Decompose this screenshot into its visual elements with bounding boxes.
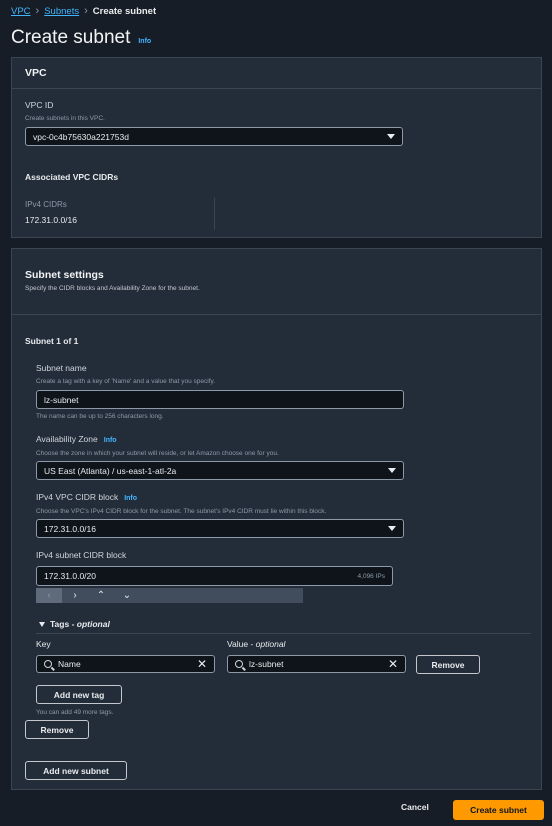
breadcrumb-current: Create subnet: [92, 5, 157, 17]
tag-key-input[interactable]: Name ✕: [36, 655, 215, 673]
subnet-name-value: lz-subnet: [44, 394, 79, 405]
tag-key-value: Name: [58, 659, 81, 669]
chevron-up-icon[interactable]: ⌃: [88, 588, 114, 603]
breadcrumb-separator-icon: ›: [84, 5, 88, 17]
ipv4-cidrs-label: IPv4 CIDRs: [25, 200, 67, 209]
info-link[interactable]: Info: [138, 38, 151, 45]
tags-toggle-label: Tags - optional: [50, 619, 110, 629]
chevron-down-icon[interactable]: ⌄: [114, 588, 140, 603]
subnet-settings-header: Subnet settings Specify the CIDR blocks …: [12, 249, 541, 315]
breadcrumb-vpc-link[interactable]: VPC: [11, 6, 31, 17]
subnet-name-description: Create a tag with a key of 'Name' and a …: [36, 378, 216, 385]
az-select[interactable]: US East (Atlanta) / us-east-1-atl-2a: [36, 461, 404, 480]
tags-divider: [36, 633, 531, 634]
tags-toggle[interactable]: Tags - optional: [39, 619, 110, 629]
search-icon: [235, 660, 243, 668]
remove-subnet-button[interactable]: Remove: [25, 720, 89, 739]
subnet-cidr-input[interactable]: 172.31.0.0/20 4,096 IPs: [36, 566, 393, 586]
subnet-cidr-ip-count: 4,096 IPs: [357, 572, 385, 580]
tag-value-value: lz-subnet: [249, 659, 284, 669]
tag-limit-hint: You can add 49 more tags.: [36, 709, 114, 716]
vpc-panel: VPC VPC ID Create subnets in this VPC. v…: [11, 57, 542, 238]
vpc-cidr-value: 172.31.0.0/16: [44, 523, 96, 534]
subnet-name-label: Subnet name: [36, 363, 87, 373]
breadcrumb-subnets-link[interactable]: Subnets: [44, 6, 79, 17]
vpc-cidr-description: Choose the VPC's IPv4 CIDR block for the…: [36, 508, 327, 515]
vpc-cidr-select[interactable]: 172.31.0.0/16: [36, 519, 404, 538]
caret-down-icon: [388, 468, 396, 473]
az-info-link[interactable]: Info: [104, 437, 117, 444]
close-icon[interactable]: ✕: [197, 658, 207, 670]
caret-down-icon: [387, 134, 395, 139]
vpc-id-description: Create subnets in this VPC.: [25, 115, 105, 122]
close-icon[interactable]: ✕: [388, 658, 398, 670]
subnet-settings-panel: Subnet settings Specify the CIDR blocks …: [11, 248, 542, 790]
caret-down-icon: [39, 621, 45, 627]
az-label-row: Availability Zone Info: [36, 434, 117, 444]
vpc-cidr-info-link[interactable]: Info: [124, 495, 137, 502]
page-title-row: Create subnet Info: [11, 27, 151, 49]
subnet-settings-description: Specify the CIDR blocks and Availability…: [25, 285, 200, 292]
tag-value-input[interactable]: lz-subnet ✕: [227, 655, 406, 673]
subnet-cidr-value: 172.31.0.0/20: [44, 571, 96, 581]
vpc-cidr-label: IPv4 VPC CIDR block: [36, 492, 119, 502]
breadcrumb: VPC › Subnets › Create subnet: [11, 5, 156, 17]
tag-key-header: Key: [36, 639, 51, 649]
chevron-left-icon[interactable]: ‹: [36, 588, 62, 603]
vpc-id-select[interactable]: vpc-0c4b75630a221753d: [25, 127, 403, 146]
breadcrumb-separator-icon: ›: [35, 5, 40, 17]
ipv4-cidrs-value: 172.31.0.0/16: [25, 215, 77, 225]
vpc-id-label: VPC ID: [25, 100, 54, 110]
subnet-name-input[interactable]: lz-subnet: [36, 390, 404, 409]
subnet-settings-heading: Subnet settings: [25, 269, 104, 281]
az-value: US East (Atlanta) / us-east-1-atl-2a: [44, 465, 177, 476]
cancel-button[interactable]: Cancel: [401, 802, 429, 812]
cidr-stepper-bar: ‹ › ⌃ ⌄: [36, 588, 303, 603]
vpc-panel-heading: VPC: [25, 67, 47, 79]
az-description: Choose the zone in which your subnet wil…: [36, 450, 279, 457]
add-new-subnet-button[interactable]: Add new subnet: [25, 761, 127, 780]
remove-tag-button[interactable]: Remove: [416, 655, 480, 674]
vpc-panel-header: VPC: [12, 58, 541, 89]
subnet-name-hint: The name can be up to 256 characters lon…: [36, 413, 164, 420]
az-label: Availability Zone: [36, 434, 98, 444]
associated-cidrs-heading: Associated VPC CIDRs: [25, 172, 119, 182]
vpc-id-value: vpc-0c4b75630a221753d: [33, 131, 129, 142]
subnet-1-header: Subnet 1 of 1: [25, 336, 79, 346]
chevron-right-icon[interactable]: ›: [62, 588, 88, 603]
search-icon: [44, 660, 52, 668]
add-new-tag-button[interactable]: Add new tag: [36, 685, 122, 704]
tag-value-header: Value - optional: [227, 639, 286, 649]
create-subnet-button[interactable]: Create subnet: [453, 800, 544, 820]
subnet-cidr-label: IPv4 subnet CIDR block: [36, 550, 127, 560]
vpc-cidr-label-row: IPv4 VPC CIDR block Info: [36, 492, 137, 502]
page-title: Create subnet: [11, 27, 131, 48]
column-divider: [214, 198, 215, 230]
caret-down-icon: [388, 526, 396, 531]
